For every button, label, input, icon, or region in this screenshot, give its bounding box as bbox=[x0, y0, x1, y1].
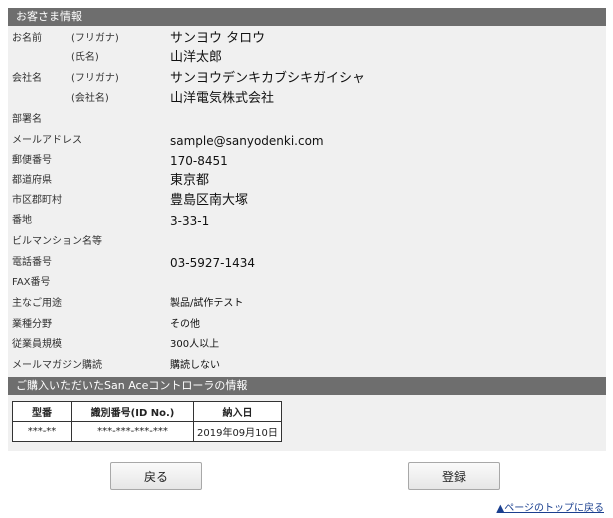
company-furigana-value: サンヨウデンキカブシキガイシャ bbox=[170, 71, 366, 86]
usage-label: 主なご用途 bbox=[12, 298, 62, 309]
name-furigana-label: (フリガナ) bbox=[71, 33, 119, 44]
date-cell: 2019年09月10日 bbox=[193, 421, 282, 442]
address-row: 番地 3-33-1 bbox=[8, 211, 606, 231]
name-value: 山洋太郎 bbox=[170, 50, 223, 65]
prefecture-value: 東京都 bbox=[170, 173, 210, 188]
city-label: 市区郡町村 bbox=[12, 195, 62, 206]
column-header-date: 納入日 bbox=[193, 401, 282, 422]
phone-label: 電話番号 bbox=[12, 257, 52, 268]
usage-value: 製品/試作テスト bbox=[170, 298, 244, 309]
company-row: (会社名) 山洋電気株式会社 bbox=[8, 89, 606, 109]
company-furigana-row: 会社名 (フリガナ) サンヨウデンキカブシキガイシャ bbox=[8, 69, 606, 89]
company-value: 山洋電気株式会社 bbox=[170, 91, 275, 106]
product-info-header: ご購入いただいたSan Aceコントローラの情報 bbox=[8, 377, 606, 395]
fax-row: FAX番号 bbox=[8, 273, 606, 293]
department-row: 部署名 bbox=[8, 110, 606, 130]
prefecture-label: 都道府県 bbox=[12, 175, 52, 186]
department-label: 部署名 bbox=[12, 114, 42, 125]
email-row: メールアドレス sample@sanyodenki.com bbox=[8, 131, 606, 151]
industry-row: 業種分野 その他 bbox=[8, 315, 606, 335]
name-label: お名前 bbox=[12, 33, 42, 44]
postal-label: 郵便番号 bbox=[12, 155, 52, 166]
fax-label: FAX番号 bbox=[12, 277, 51, 288]
customer-info-header: お客さま情報 bbox=[8, 8, 606, 26]
employees-row: 従業員規模 300人以上 bbox=[8, 335, 606, 355]
postal-value: 170-8451 bbox=[170, 154, 228, 168]
email-label: メールアドレス bbox=[12, 135, 82, 146]
newsletter-row: メールマガジン購読 購読しない bbox=[8, 356, 606, 376]
industry-label: 業種分野 bbox=[12, 319, 52, 330]
city-value: 豊島区南大塚 bbox=[170, 193, 249, 208]
prefecture-row: 都道府県 東京都 bbox=[8, 171, 606, 191]
back-to-top-link[interactable]: ▲ページのトップに戻る bbox=[497, 499, 605, 514]
company-label: 会社名 bbox=[12, 73, 42, 84]
back-button[interactable]: 戻る bbox=[110, 462, 202, 490]
name-furigana-row: お名前 (フリガナ) サンヨウ タロウ bbox=[8, 29, 606, 49]
city-row: 市区郡町村 豊島区南大塚 bbox=[8, 191, 606, 211]
building-label: ビルマンション名等 bbox=[12, 236, 102, 247]
id-cell: ***-***-***-*** bbox=[71, 421, 194, 442]
industry-value: その他 bbox=[170, 319, 200, 330]
postal-row: 郵便番号 170-8451 bbox=[8, 151, 606, 171]
usage-row: 主なご用途 製品/試作テスト bbox=[8, 294, 606, 314]
product-table: 型番 識別番号(ID No.) 納入日 ***-** ***-***-***-*… bbox=[12, 401, 282, 442]
name-sub-label: (氏名) bbox=[71, 52, 99, 63]
column-header-model: 型番 bbox=[12, 401, 72, 422]
newsletter-value: 購読しない bbox=[170, 360, 220, 371]
company-sub-label: (会社名) bbox=[71, 93, 109, 104]
product-table-header-row: 型番 識別番号(ID No.) 納入日 bbox=[12, 401, 282, 422]
company-furigana-label: (フリガナ) bbox=[71, 73, 119, 84]
phone-row: 電話番号 03-5927-1434 bbox=[8, 253, 606, 273]
email-value: sample@sanyodenki.com bbox=[170, 134, 324, 148]
building-row: ビルマンション名等 bbox=[8, 232, 606, 252]
employees-value: 300人以上 bbox=[170, 339, 220, 350]
name-row: (氏名) 山洋太郎 bbox=[8, 48, 606, 68]
address-label: 番地 bbox=[12, 215, 32, 226]
employees-label: 従業員規模 bbox=[12, 339, 62, 350]
newsletter-label: メールマガジン購読 bbox=[12, 360, 102, 371]
column-header-id: 識別番号(ID No.) bbox=[71, 401, 194, 422]
phone-value: 03-5927-1434 bbox=[170, 256, 256, 270]
model-cell: ***-** bbox=[12, 421, 72, 442]
register-button[interactable]: 登録 bbox=[408, 462, 500, 490]
address-value: 3-33-1 bbox=[170, 214, 210, 228]
name-furigana-value: サンヨウ タロウ bbox=[170, 31, 266, 46]
table-row: ***-** ***-***-***-*** 2019年09月10日 bbox=[12, 421, 282, 442]
